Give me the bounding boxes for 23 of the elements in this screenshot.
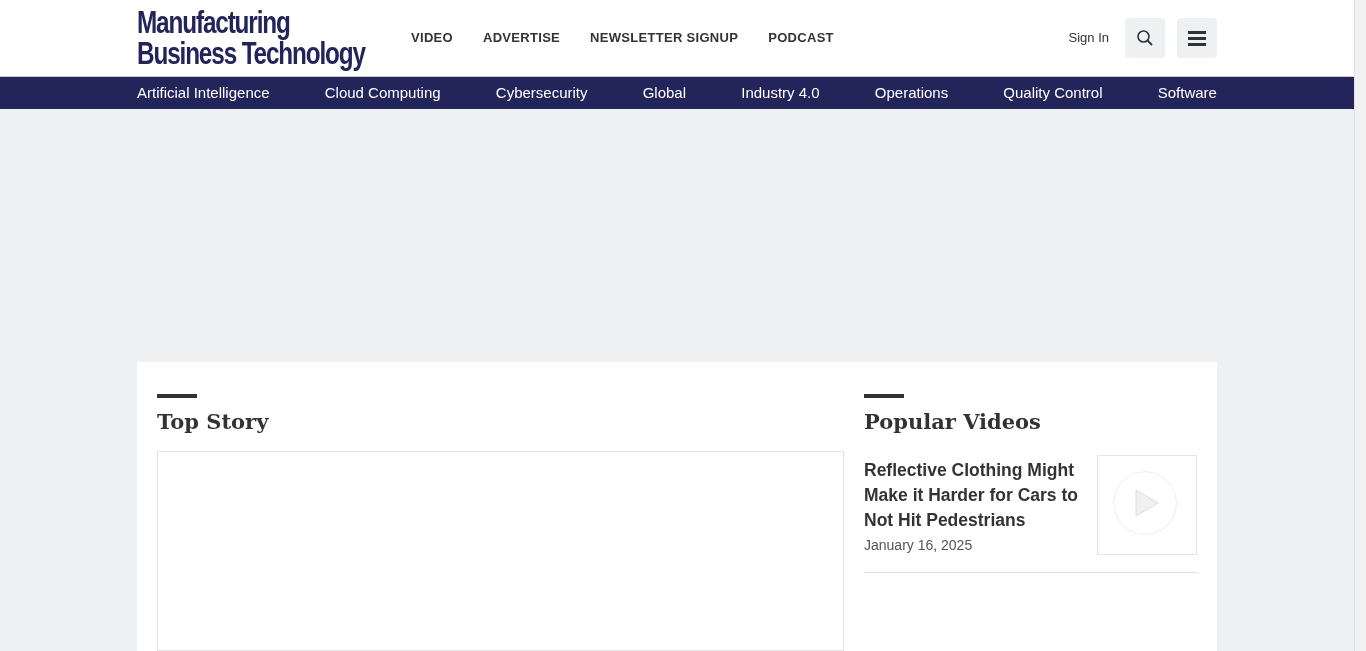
- section-heading: Top Story: [157, 407, 270, 436]
- topic-link[interactable]: Quality Control: [1003, 82, 1103, 105]
- topic-link[interactable]: Operations: [874, 82, 949, 105]
- video-thumbnail[interactable]: [1097, 455, 1197, 555]
- search-icon: [1136, 29, 1154, 48]
- site-logo[interactable]: Manufacturing Business Technology: [137, 7, 379, 70]
- menu-button[interactable]: [1177, 18, 1217, 59]
- nav-link[interactable]: VIDEO: [411, 28, 453, 48]
- nav-link[interactable]: PODCAST: [768, 28, 834, 48]
- menu-icon: [1188, 30, 1206, 46]
- nav-link[interactable]: NEWSLETTER SIGNUP: [590, 28, 739, 48]
- section-heading: Popular Videos: [864, 407, 1042, 436]
- topic-link[interactable]: Global: [642, 82, 687, 105]
- topic-link[interactable]: Software: [1157, 82, 1217, 105]
- topic-link[interactable]: Artificial Intelligence: [137, 82, 270, 105]
- topic-link[interactable]: Cloud Computing: [324, 82, 441, 105]
- topic-link[interactable]: Cybersecurity: [495, 82, 588, 105]
- search-button[interactable]: [1125, 18, 1165, 59]
- video-title-link[interactable]: Reflective Clothing Might Make it Harder for Cars to Not Hit Pedestrians: [864, 458, 1085, 533]
- nav-link[interactable]: ADVERTISE: [482, 28, 561, 48]
- sign-in-link[interactable]: Sign In: [1068, 28, 1109, 48]
- topic-link[interactable]: Industry 4.0: [741, 82, 820, 105]
- video-date: January 16, 2025: [864, 536, 974, 555]
